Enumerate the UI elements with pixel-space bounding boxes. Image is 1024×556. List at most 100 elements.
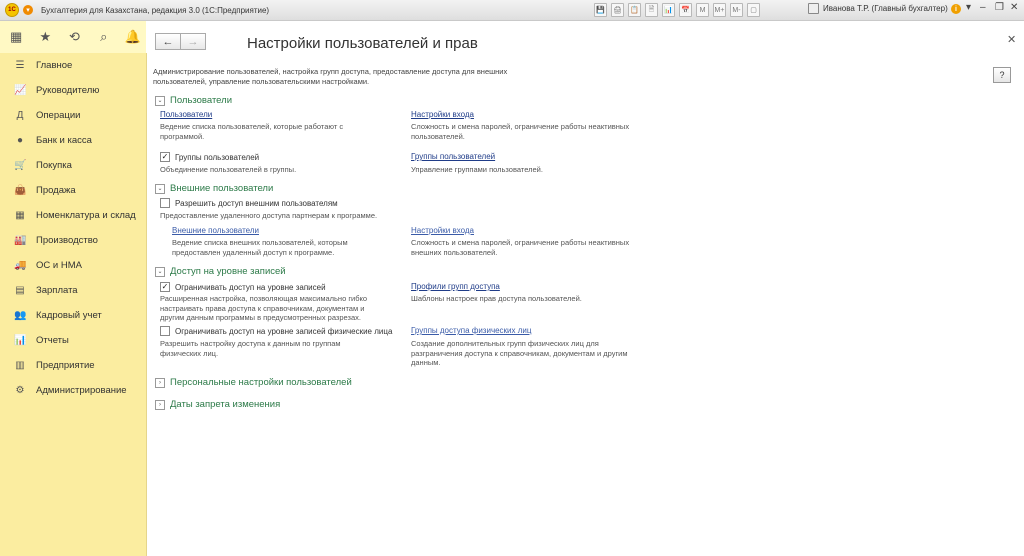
sidebar-item-label: Главное (36, 60, 73, 71)
sidebar-item-label: Банк и касса (36, 135, 92, 146)
history-icon[interactable]: ⟲ (66, 29, 82, 45)
salary-icon: ▤ (15, 285, 25, 296)
sidebar-item-label: Операции (36, 110, 81, 121)
allow-external-desc: Предоставление удаленного доступа партне… (160, 211, 378, 220)
forward-arrow-icon[interactable]: → (181, 33, 206, 50)
access-profiles-link[interactable]: Профили групп доступа (411, 282, 500, 291)
external-users-link[interactable]: Внешние пользователи (172, 226, 259, 235)
user-groups-desc: Управление группами пользователей. (411, 165, 543, 174)
back-arrow-icon[interactable]: ← (155, 33, 181, 50)
minimize-icon[interactable]: – (980, 2, 986, 13)
navigation-buttons: ← → (155, 33, 206, 50)
users-link[interactable]: Пользователи (160, 110, 212, 119)
sidebar-item-assets[interactable]: 🚚 ОС и НМА (0, 253, 146, 278)
document-icon[interactable]: 🗎 (645, 3, 658, 17)
sidebar-item-manager[interactable]: 📈 Руководителю (0, 78, 146, 103)
group-external-header[interactable]: ⌄ Внешние пользователи (155, 183, 273, 194)
allow-external-checkbox[interactable]: Разрешить доступ внешним пользователям (160, 198, 338, 208)
print-icon[interactable]: 🖨 (611, 3, 624, 17)
chevron-down-icon: ⌄ (155, 183, 165, 194)
save-icon[interactable]: 💾 (594, 3, 607, 17)
clipboard-icon[interactable]: 📋 (628, 3, 641, 17)
sidebar-item-label: ОС и НМА (36, 260, 82, 271)
sidebar-item-production[interactable]: 🏭 Производство (0, 228, 146, 253)
user-groups-link[interactable]: Группы пользователей (411, 152, 495, 161)
list-icon: ☰ (15, 60, 25, 71)
group-users-header[interactable]: ⌄ Пользователи (155, 95, 232, 106)
checkbox-checked-icon: ✓ (160, 152, 170, 162)
cart-icon: 🛒 (14, 160, 27, 171)
sidebar-item-reports[interactable]: 📊 Отчеты (0, 328, 146, 353)
sidebar-item-hr[interactable]: 👥 Кадровый учет (0, 303, 146, 328)
operations-icon: Д (16, 110, 24, 121)
login-settings-link[interactable]: Настройки входа (411, 110, 474, 119)
quick-panel: ▦ ★ ⟲ ⌕ 🔔 (0, 21, 146, 53)
external-login-settings-link[interactable]: Настройки входа (411, 226, 474, 235)
sidebar-item-label: Предприятие (36, 360, 95, 371)
sidebar-item-label: Номенклатура и склад (36, 210, 136, 221)
sidebar-item-label: Отчеты (36, 335, 69, 346)
limit-persons-checkbox[interactable]: Ограничивать доступ на уровне записей фи… (160, 326, 392, 336)
sidebar-item-label: Администрирование (36, 385, 127, 396)
sidebar-item-label: Руководителю (36, 85, 100, 96)
sidebar-item-enterprise[interactable]: ▥ Предприятие (0, 353, 146, 378)
group-change-dates-header[interactable]: › Даты запрета изменения (155, 399, 280, 410)
bell-icon[interactable]: 🔔 (125, 29, 141, 45)
truck-icon: 🚚 (14, 260, 27, 271)
main-menu-icon[interactable]: ▾ (23, 5, 33, 15)
page-intro: Администрирование пользователей, настрой… (153, 67, 508, 86)
calendar-icon[interactable]: 📅 (679, 3, 692, 17)
info-icon[interactable]: i (951, 4, 961, 14)
bag-icon: 👜 (14, 185, 27, 196)
group-records-header[interactable]: ⌄ Доступ на уровне записей (155, 266, 286, 277)
apps-grid-icon[interactable]: ▦ (8, 29, 24, 45)
checkbox-unchecked-icon (160, 198, 170, 208)
groups-checkbox-desc: Объединение пользователей в группы. (160, 165, 297, 174)
spreadsheet-icon[interactable]: 📊 (662, 3, 675, 17)
memory-icon[interactable]: M (696, 3, 709, 17)
help-button[interactable]: ? (993, 67, 1011, 83)
chevron-right-icon: › (155, 377, 165, 388)
close-form-icon[interactable]: ✕ (1007, 33, 1016, 46)
sidebar-item-purchase[interactable]: 🛒 Покупка (0, 153, 146, 178)
group-personal-settings-header[interactable]: › Персональные настройки пользователей (155, 377, 352, 388)
sidebar-item-main[interactable]: ☰ Главное (0, 53, 146, 78)
toolbar-tools: 💾 🖨 📋 🗎 📊 📅 M M+ M- ▢ (594, 3, 760, 17)
window-icon[interactable]: ▢ (747, 3, 760, 17)
window-title: Бухгалтерия для Казахстана, редакция 3.0… (41, 5, 270, 15)
factory-icon: 🏭 (14, 235, 27, 246)
groups-checkbox[interactable]: ✓ Группы пользователей (160, 152, 259, 162)
warehouse-icon: ▦ (15, 210, 25, 221)
sidebar-item-bank[interactable]: ● Банк и касса (0, 128, 146, 153)
sidebar-item-sales[interactable]: 👜 Продажа (0, 178, 146, 203)
gear-icon: ⚙ (15, 385, 25, 396)
search-icon[interactable]: ⌕ (96, 29, 112, 45)
person-groups-desc: Создание дополнительных групп физических… (411, 339, 628, 367)
limit-records-checkbox[interactable]: ✓ Ограничивать доступ на уровне записей (160, 282, 326, 292)
trend-icon: 📈 (14, 85, 27, 96)
checkbox-unchecked-icon (160, 326, 170, 336)
main-content: ← → Настройки пользователей и прав ✕ ? А… (147, 21, 1024, 556)
memory-plus-icon[interactable]: M+ (713, 3, 726, 17)
login-settings-desc: Сложность и смена паролей, ограничение р… (411, 122, 630, 141)
sidebar-item-salary[interactable]: ▤ Зарплата (0, 278, 146, 303)
sidebar-item-operations[interactable]: Д Операции (0, 103, 146, 128)
chevron-right-icon: › (155, 399, 165, 410)
app-logo-icon[interactable]: 1С (5, 3, 19, 17)
external-users-desc: Ведение списка внешних пользователей, ко… (172, 238, 348, 257)
close-window-icon[interactable]: ✕ (1010, 2, 1018, 13)
favorites-star-icon[interactable]: ★ (37, 29, 53, 45)
current-user[interactable]: Иванова Т.Р. (Главный бухгалтер) (808, 3, 948, 14)
sidebar-item-nomenclature[interactable]: ▦ Номенклатура и склад (0, 203, 146, 228)
memory-minus-icon[interactable]: M- (730, 3, 743, 17)
sidebar-item-label: Кадровый учет (36, 310, 102, 321)
user-name: Иванова Т.Р. (Главный бухгалтер) (823, 4, 948, 13)
person-groups-link[interactable]: Группы доступа физических лиц (411, 326, 531, 335)
dropdown-icon[interactable]: ▾ (966, 2, 971, 13)
sidebar-item-label: Продажа (36, 185, 76, 196)
people-icon: 👥 (14, 310, 27, 321)
chevron-down-icon: ⌄ (155, 95, 165, 106)
sidebar-item-administration[interactable]: ⚙ Администрирование (0, 378, 146, 403)
sidebar-item-label: Зарплата (36, 285, 78, 296)
restore-icon[interactable]: ❐ (995, 2, 1004, 13)
